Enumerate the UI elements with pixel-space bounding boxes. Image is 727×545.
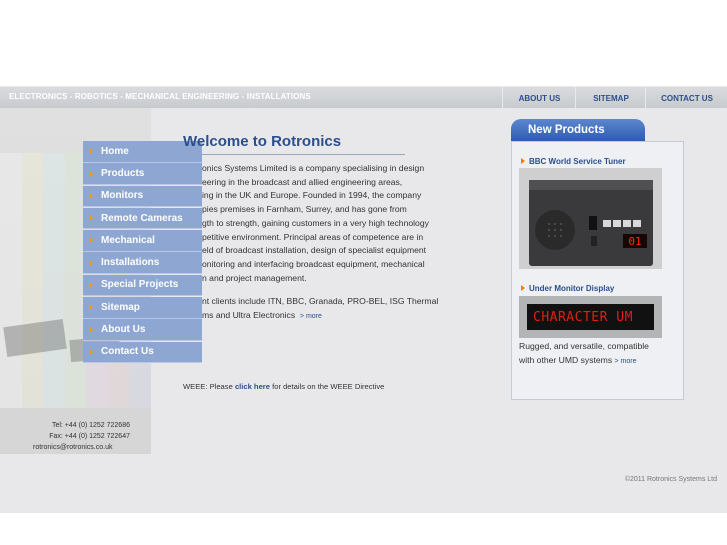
arrow-icon [89, 170, 93, 177]
menu-label: Mechanical [101, 234, 155, 246]
umd-screen: CHARACTER UM [527, 304, 654, 330]
weee-link[interactable]: click here [235, 382, 270, 391]
desc-line: with other UMD systems > more [519, 354, 674, 369]
intro-text: onics Systems Limited is a company speci… [183, 162, 468, 324]
arrow-icon [521, 158, 525, 164]
tuner-display: 01 [628, 235, 641, 248]
weee-suffix: for details on the WEEE Directive [272, 382, 385, 391]
text-line: ms and Ultra Electronics > more [202, 309, 468, 324]
weee-notice: WEEE: Please click here for details on t… [183, 382, 384, 391]
more-link[interactable]: > more [300, 313, 322, 320]
arrow-icon [89, 237, 93, 244]
text-line: onitoring and interfacing broadcast equi… [202, 258, 425, 269]
menu-label: Sitemap [101, 301, 140, 313]
text-line: onics Systems Limited is a company speci… [202, 163, 425, 173]
footer-blank [0, 513, 727, 545]
top-bar: ELECTRONICS - ROBOTICS - MECHANICAL ENGI… [0, 86, 727, 109]
arrow-icon [89, 281, 93, 288]
text-line: eld of broadcast installation, design of… [202, 245, 427, 256]
arrow-icon [89, 259, 93, 266]
menu-label: Products [101, 168, 145, 180]
product-link-tuner[interactable]: BBC World Service Tuner [521, 157, 626, 166]
menu-label: Installations [101, 257, 160, 269]
arrow-icon [521, 285, 525, 291]
desc-span: with other UMD systems [519, 354, 613, 365]
umd-display-text: CHARACTER UM [533, 309, 633, 325]
text-line: eering in the broadcast and allied engin… [202, 176, 403, 187]
text-line: ing in the UK and Europe. Founded in 199… [202, 190, 422, 201]
menu-label: Special Projects [101, 279, 179, 291]
tagline: ELECTRONICS - ROBOTICS - MECHANICAL ENGI… [9, 92, 311, 101]
contact-tel: Tel: +44 (0) 1252 722686 [51, 422, 130, 429]
text-line: gth to strength, gaining customers in a … [202, 217, 429, 228]
menu-label: About Us [101, 324, 146, 336]
text-line: nt clients include ITN, BBC, Granada, PR… [202, 296, 439, 307]
text-line: petitive environment. Principal areas of… [202, 231, 424, 242]
contact-email[interactable]: rotronics@rotronics.co.uk [0, 442, 153, 453]
menu-label: Home [101, 145, 129, 157]
tuner-image[interactable]: 01 [519, 168, 662, 269]
product-title: BBC World Service Tuner [529, 157, 626, 166]
contact-fax: Fax: +44 (0) 1252 722647 [49, 433, 130, 440]
copyright: ©2011 Rotronics Systems Ltd [624, 476, 717, 483]
arrow-icon [89, 304, 93, 311]
arrow-icon [89, 326, 93, 333]
text-line: n and project management. [202, 272, 307, 283]
title-underline [183, 154, 405, 155]
text-span: ms and Ultra Electronics [202, 310, 296, 321]
arrow-icon [89, 215, 93, 222]
tuner-device-icon: 01 [519, 168, 662, 269]
umd-description: Rugged, and versatile, compatible with o… [519, 340, 674, 368]
umd-image[interactable]: CHARACTER UM [519, 296, 662, 338]
desc-line: Rugged, and versatile, compatible [519, 341, 649, 351]
arrow-icon [89, 148, 93, 155]
umd-more-link[interactable]: > more [615, 358, 637, 365]
menu-label: Monitors [101, 190, 144, 202]
text-line: pies premises in Farnham, Surrey, and ha… [202, 204, 407, 215]
product-link-umd[interactable]: Under Monitor Display [521, 284, 614, 293]
nav-sitemap[interactable]: SITEMAP [575, 87, 646, 109]
weee-prefix: WEEE: Please [183, 382, 233, 391]
new-products-heading: New Products [511, 119, 645, 141]
product-title: Under Monitor Display [529, 284, 615, 293]
nav-about-us[interactable]: ABOUT US [502, 87, 576, 109]
arrow-icon [89, 348, 93, 355]
menu-label: Contact Us [101, 346, 154, 358]
clients-paragraph: nt clients include ITN, BBC, Granada, PR… [183, 295, 468, 323]
intro-paragraph: onics Systems Limited is a company speci… [183, 162, 468, 285]
menu-item-contact-us[interactable]: Contact Us [83, 341, 202, 364]
nav-contact-us[interactable]: CONTACT US [645, 87, 727, 109]
arrow-icon [89, 192, 93, 199]
menu-label: Remote Cameras [101, 212, 183, 224]
page-title: Welcome to Rotronics [183, 133, 342, 150]
contact-info: Tel: +44 (0) 1252 722686 Fax: +44 (0) 12… [0, 420, 130, 453]
